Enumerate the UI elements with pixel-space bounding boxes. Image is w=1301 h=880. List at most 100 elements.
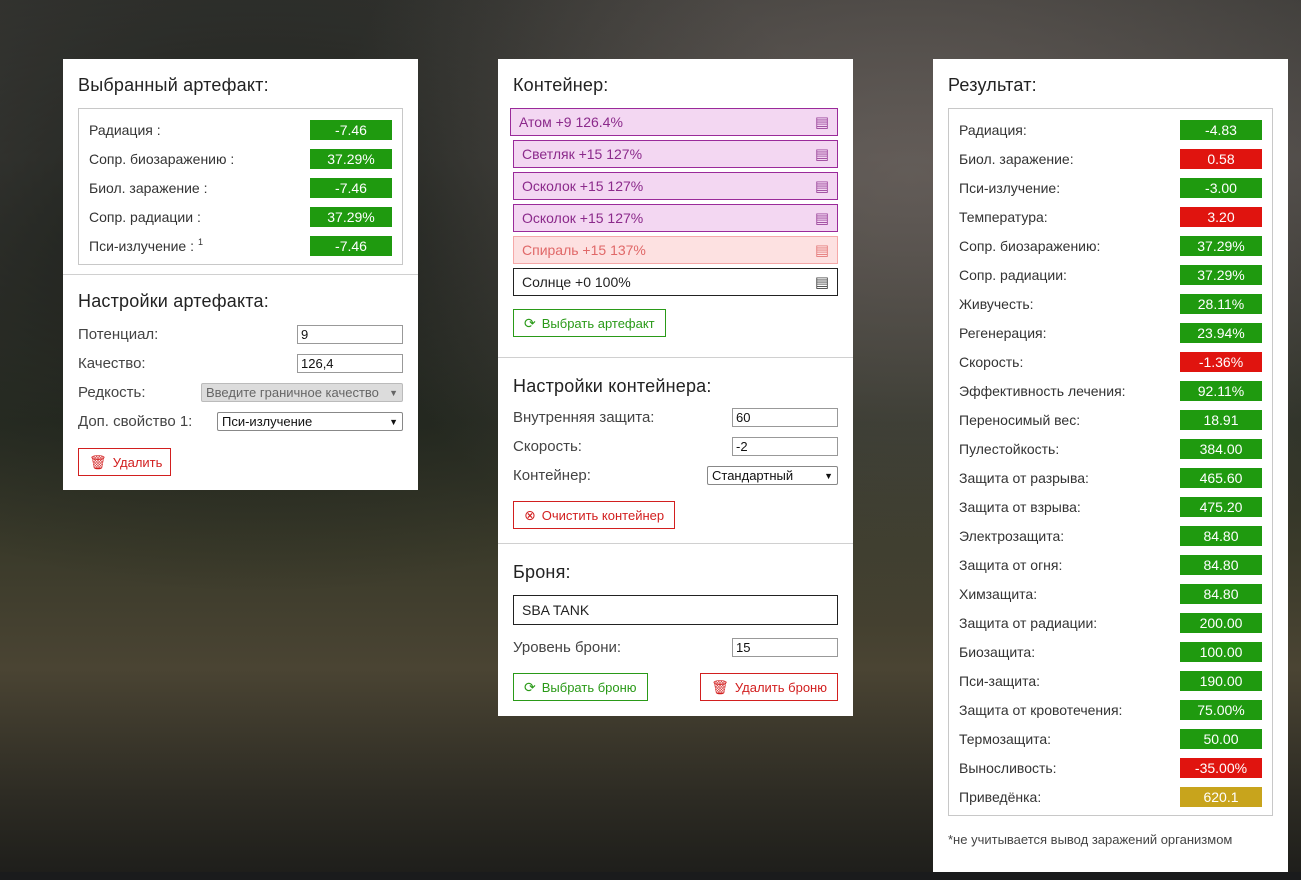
document-icon[interactable]: ▤: [815, 209, 829, 227]
rarity-select[interactable]: Введите граничное качество ▼: [201, 383, 403, 402]
potential-input[interactable]: [297, 325, 403, 344]
trash-icon: 🗑: [711, 678, 729, 695]
stat-row: Сопр. биозаражению : 37.29%: [89, 144, 392, 173]
container-slot[interactable]: Осколок +15 127% ▤: [513, 172, 838, 200]
stat-label: Радиация:: [959, 121, 1027, 138]
stat-label: Защита от разрыва:: [959, 469, 1089, 486]
delete-armor-button[interactable]: 🗑 Удалить броню: [700, 673, 838, 701]
slot-label: Осколок +15 127%: [522, 178, 644, 194]
armor-level-row: Уровень брони:: [513, 633, 838, 662]
stat-value: 18.91: [1180, 409, 1262, 430]
stat-row: Радиация: -4.83: [959, 115, 1262, 144]
chevron-down-icon: ▼: [389, 416, 398, 427]
chevron-down-icon: ▼: [824, 470, 833, 481]
potential-label: Потенциал:: [78, 326, 159, 343]
result-note: *не учитывается вывод заражений организм…: [948, 832, 1233, 847]
artifact-panel: Выбранный артефакт: Радиация : -7.46 Сопр.…: [63, 59, 418, 490]
rarity-selected: Введите граничное качество: [206, 385, 379, 400]
stat-label: Переносимый вес:: [959, 411, 1081, 428]
stat-value: -4.83: [1180, 119, 1262, 140]
stat-row: Сопр. биозаражению: 37.29%: [959, 231, 1262, 260]
stat-row: Выносливость: -35.00%: [959, 753, 1262, 782]
stat-value: 84.80: [1180, 583, 1262, 604]
delete-artifact-label: Удалить: [112, 454, 163, 470]
selected-artifact-section: Выбранный артефакт: Радиация : -7.46 Сопр.…: [63, 59, 418, 275]
quality-label: Качество:: [78, 355, 146, 372]
container-slot[interactable]: Атом +9 126.4% ▤: [510, 108, 838, 136]
armor-level-input[interactable]: [732, 638, 838, 657]
container-slot[interactable]: Спираль +15 137% ▤: [513, 236, 838, 264]
rarity-label: Редкость:: [78, 384, 146, 401]
choose-armor-label: Выбрать броню: [541, 679, 637, 695]
stat-label: Регенерация:: [959, 324, 1047, 341]
stat-value: -35.00%: [1180, 757, 1262, 778]
container-slot[interactable]: Солнце +0 100% ▤: [513, 268, 838, 296]
refresh-icon: ⟳: [524, 678, 536, 695]
speed-input[interactable]: [732, 437, 838, 456]
slot-label: Солнце +0 100%: [522, 274, 631, 290]
container-type-row: Контейнер: Стандартный ▼: [513, 461, 838, 490]
stat-value: 190.00: [1180, 670, 1262, 691]
extra-prop-label: Доп. свойство 1:: [78, 413, 193, 430]
stat-row: Защита от радиации: 200.00: [959, 608, 1262, 637]
clear-container-button[interactable]: ⊗ Очистить контейнер: [513, 501, 676, 529]
delete-artifact-button[interactable]: 🗑 Удалить: [78, 448, 171, 476]
clear-container-label: Очистить контейнер: [541, 507, 665, 523]
stat-label: Радиация :: [89, 121, 161, 138]
extra-prop-select[interactable]: Пси-излучение ▼: [217, 412, 403, 431]
document-icon[interactable]: ▤: [815, 241, 829, 259]
stat-label: Электрозащита:: [959, 527, 1065, 544]
stat-label: Сопр. радиации:: [959, 266, 1067, 283]
stat-label: Живучесть:: [959, 295, 1034, 312]
stat-row: Переносимый вес: 18.91: [959, 405, 1262, 434]
stat-label: Биол. заражение :: [89, 179, 208, 196]
stat-value: 37.29%: [310, 206, 392, 227]
stat-value: 37.29%: [1180, 235, 1262, 256]
rarity-row: Редкость: Введите граничное качество ▼: [78, 378, 403, 407]
artifact-settings-section: Настройки артефакта: Потенциал: Качество…: [63, 275, 418, 491]
armor-name: SBA TANK: [522, 602, 590, 618]
chevron-down-icon: ▼: [389, 387, 398, 398]
stat-row: Пси-излучение: -3.00: [959, 173, 1262, 202]
trash-icon: 🗑: [89, 453, 107, 470]
stat-row: Пулестойкость: 384.00: [959, 434, 1262, 463]
stat-label: Сопр. биозаражению :: [89, 150, 235, 167]
container-type-select[interactable]: Стандартный ▼: [707, 466, 838, 485]
stat-value: -7.46: [310, 119, 392, 140]
document-icon[interactable]: ▤: [815, 177, 829, 195]
close-circle-icon: ⊗: [524, 506, 536, 523]
armor-name-box[interactable]: SBA TANK: [513, 595, 838, 625]
document-icon[interactable]: ▤: [815, 273, 829, 291]
armor-section: Броня: SBA TANK Уровень брони: ⟳ Выбрать…: [498, 544, 853, 716]
stat-label: Эффективность лечения:: [959, 382, 1126, 399]
stat-row: Биол. заражение : -7.46: [89, 173, 392, 202]
container-slot[interactable]: Светляк +15 127% ▤: [513, 140, 838, 168]
stat-row: Биозащита: 100.00: [959, 637, 1262, 666]
container-settings-title: Настройки контейнера:: [513, 376, 712, 396]
document-icon[interactable]: ▤: [815, 113, 829, 131]
stat-value: -7.46: [310, 235, 392, 256]
stat-value: 75.00%: [1180, 699, 1262, 720]
artifact-stats-box: Радиация : -7.46 Сопр. биозаражению : 37.29…: [78, 108, 403, 265]
stat-value: 37.29%: [1180, 264, 1262, 285]
selected-artifact-title: Выбранный артефакт:: [78, 75, 269, 95]
extra-prop-selected: Пси-излучение: [222, 414, 313, 429]
choose-armor-button[interactable]: ⟳ Выбрать броню: [513, 673, 648, 701]
stat-label: Сопр. биозаражению:: [959, 237, 1101, 254]
stat-row: Защита от взрыва: 475.20: [959, 492, 1262, 521]
slot-label: Атом +9 126.4%: [519, 114, 623, 130]
stat-row: Регенерация: 23.94%: [959, 318, 1262, 347]
stat-row: Пси-излучение : 1 -7.46: [89, 231, 392, 260]
container-slot[interactable]: Осколок +15 127% ▤: [513, 204, 838, 232]
stat-value: 23.94%: [1180, 322, 1262, 343]
armor-level-label: Уровень брони:: [513, 639, 622, 656]
quality-input[interactable]: [297, 354, 403, 373]
stat-value: -7.46: [310, 177, 392, 198]
stat-value: 465.60: [1180, 467, 1262, 488]
inner-protection-input[interactable]: [732, 408, 838, 427]
bottom-bar: [0, 872, 1301, 880]
document-icon[interactable]: ▤: [815, 145, 829, 163]
stat-label: Выносливость:: [959, 759, 1057, 776]
choose-artifact-button[interactable]: ⟳ Выбрать артефакт: [513, 309, 666, 337]
footnote-marker: 1: [198, 237, 204, 248]
